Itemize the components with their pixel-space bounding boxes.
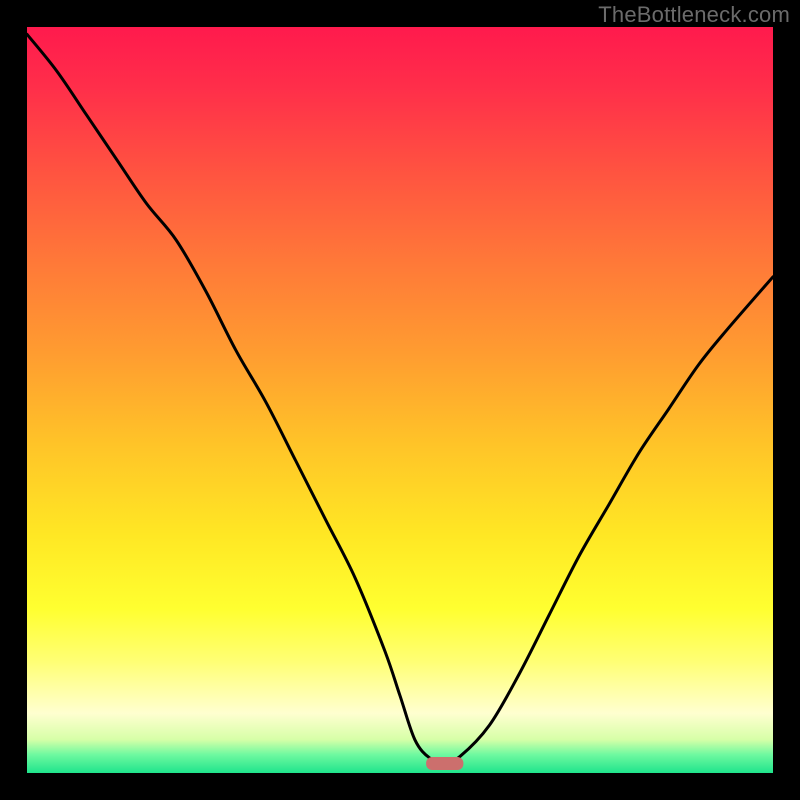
chart-frame: TheBottleneck.com <box>0 0 800 800</box>
watermark-text: TheBottleneck.com <box>598 4 790 26</box>
plot-area <box>27 27 773 773</box>
